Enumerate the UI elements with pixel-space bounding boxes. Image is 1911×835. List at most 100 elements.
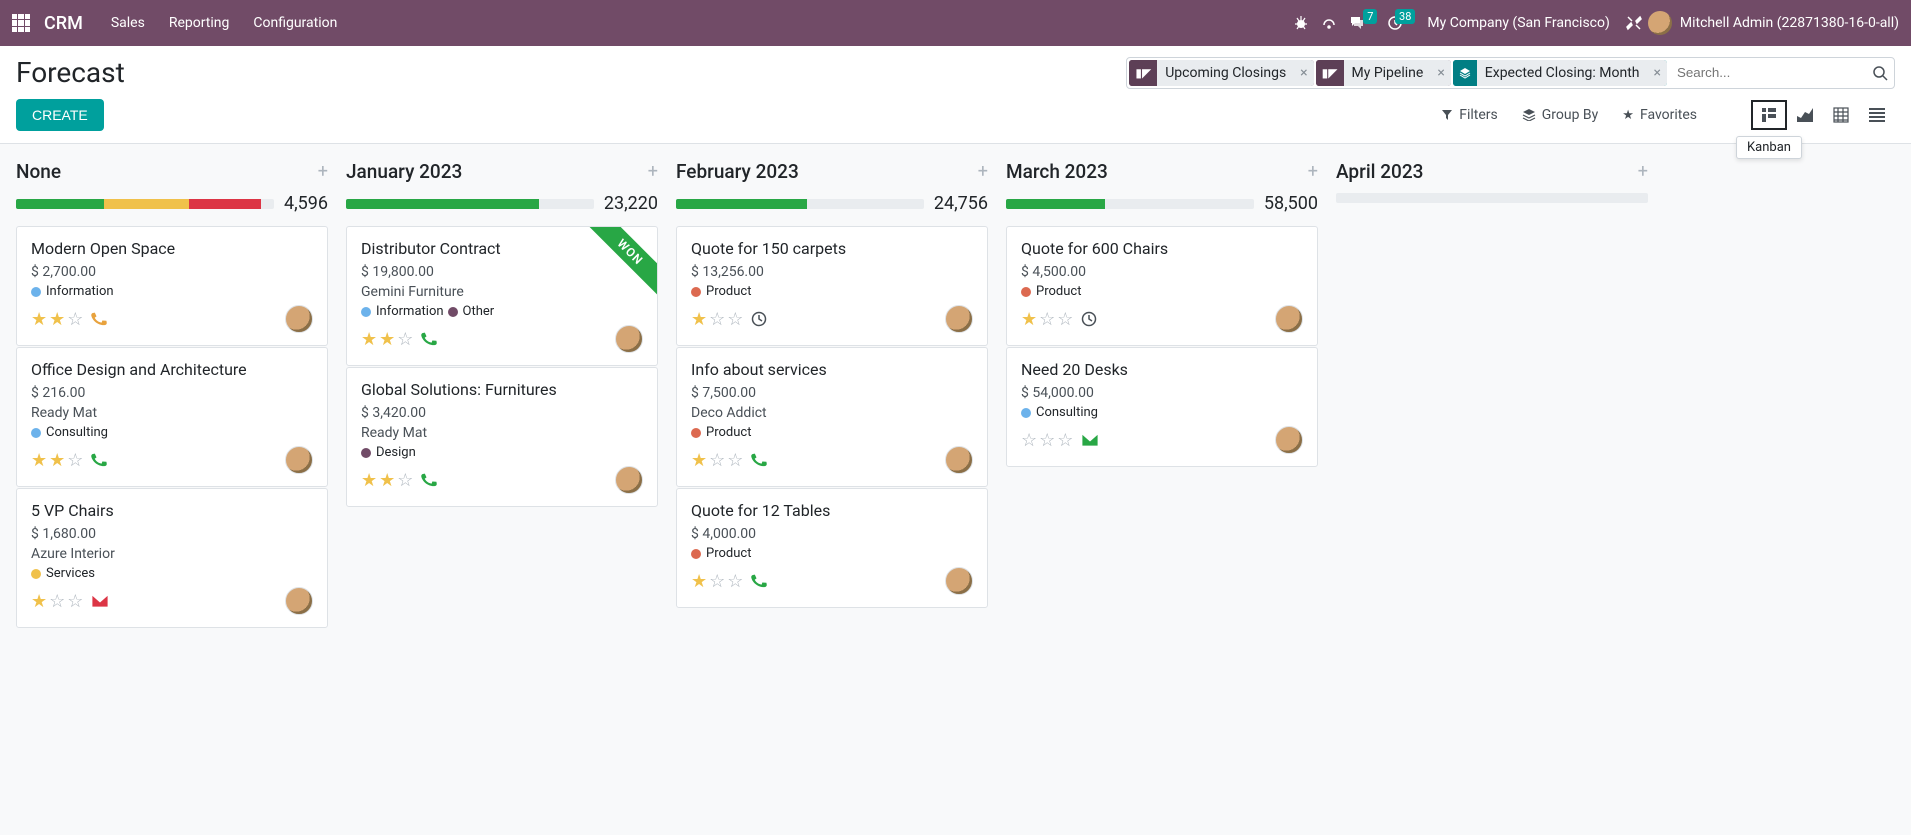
kanban-card[interactable]: Global Solutions: Furnitures$ 3,420.00Re… [346, 367, 658, 507]
tag[interactable]: Product [691, 546, 751, 561]
kanban-card[interactable]: Modern Open Space$ 2,700.00Information★★… [16, 226, 328, 346]
filter-facet-1[interactable]: ▮◤ My Pipeline × [1316, 60, 1451, 86]
phone-icon[interactable] [90, 451, 109, 470]
kanban-card[interactable]: Quote for 12 Tables$ 4,000.00Product★☆☆ [676, 488, 988, 608]
create-button[interactable]: CREATE [16, 99, 104, 131]
column-add-button[interactable]: + [1638, 161, 1648, 182]
mail-icon[interactable] [91, 594, 109, 608]
star-icon: ☆ [1057, 309, 1073, 330]
tag[interactable]: Other [448, 304, 495, 319]
tag[interactable]: Product [691, 425, 751, 440]
phone-icon[interactable] [420, 330, 439, 349]
column-add-button[interactable]: + [978, 161, 988, 182]
menu-sales[interactable]: Sales [111, 15, 145, 31]
priority-stars[interactable]: ★☆☆ [1021, 309, 1073, 330]
view-kanban-button[interactable]: Kanban [1751, 100, 1787, 130]
systray-icon-1[interactable] [1321, 15, 1337, 31]
avatar-icon[interactable] [285, 446, 313, 474]
priority-stars[interactable]: ★★☆ [31, 309, 83, 330]
facet-remove-0[interactable]: × [1294, 60, 1313, 86]
group-facet-0[interactable]: Expected Closing: Month × [1453, 60, 1667, 86]
filters-button[interactable]: Filters [1441, 107, 1498, 123]
messages-icon[interactable]: 7 [1349, 15, 1365, 31]
activities-icon[interactable]: 38 [1387, 15, 1403, 31]
avatar-icon[interactable] [1275, 305, 1303, 333]
favorites-button[interactable]: ★ Favorites [1622, 107, 1697, 123]
messages-badge: 7 [1363, 9, 1377, 24]
phone-icon[interactable] [750, 572, 769, 591]
priority-stars[interactable]: ★☆☆ [691, 571, 743, 592]
avatar-icon[interactable] [285, 305, 313, 333]
avatar-icon[interactable] [615, 325, 643, 353]
kanban-card[interactable]: Quote for 600 Chairs$ 4,500.00Product★☆☆ [1006, 226, 1318, 346]
column-progress-bar[interactable] [676, 199, 924, 209]
avatar-icon[interactable] [615, 466, 643, 494]
kanban-card[interactable]: 5 VP Chairs$ 1,680.00Azure InteriorServi… [16, 488, 328, 628]
tag[interactable]: Product [1021, 284, 1081, 299]
mail-icon[interactable] [1081, 433, 1099, 447]
tag[interactable]: Consulting [31, 425, 108, 440]
view-graph-button[interactable] [1787, 100, 1823, 130]
filter-facet-0[interactable]: ▮◤ Upcoming Closings × [1129, 60, 1313, 86]
clock-icon[interactable] [1081, 311, 1097, 327]
column-add-button[interactable]: + [648, 161, 658, 182]
company-selector[interactable]: My Company (San Francisco) [1427, 15, 1609, 31]
facet-remove-2[interactable]: × [1648, 60, 1667, 86]
column-add-button[interactable]: + [318, 161, 328, 182]
phone-icon[interactable] [420, 471, 439, 490]
tag[interactable]: Information [361, 304, 444, 319]
column-progress-bar[interactable] [16, 199, 274, 209]
column-progress-bar[interactable] [1006, 199, 1254, 209]
menu-reporting[interactable]: Reporting [169, 15, 230, 31]
kanban-card[interactable]: Quote for 150 carpets$ 13,256.00Product★… [676, 226, 988, 346]
star-icon: ★ [361, 470, 377, 491]
avatar-icon[interactable] [945, 305, 973, 333]
priority-stars[interactable]: ★★☆ [361, 329, 413, 350]
priority-stars[interactable]: ★★☆ [31, 450, 83, 471]
column-title[interactable]: January 2023 [346, 160, 462, 183]
menu-configuration[interactable]: Configuration [253, 15, 337, 31]
tag[interactable]: Consulting [1021, 405, 1098, 420]
kanban-card[interactable]: Office Design and Architecture$ 216.00Re… [16, 347, 328, 487]
column-add-button[interactable]: + [1308, 161, 1318, 182]
kanban-tooltip: Kanban [1736, 136, 1802, 159]
search-icon[interactable] [1872, 65, 1888, 81]
tools-icon[interactable] [1626, 15, 1642, 31]
phone-icon[interactable] [90, 310, 109, 329]
avatar-icon[interactable] [285, 587, 313, 615]
tag[interactable]: Services [31, 566, 95, 581]
kanban-card[interactable]: WONDistributor Contract$ 19,800.00Gemini… [346, 226, 658, 366]
column-title[interactable]: None [16, 160, 61, 183]
clock-icon[interactable] [751, 311, 767, 327]
user-menu[interactable]: Mitchell Admin (22871380-16-0-all) [1648, 11, 1899, 35]
tag[interactable]: Design [361, 445, 416, 460]
tag[interactable]: Product [691, 284, 751, 299]
avatar-icon[interactable] [945, 567, 973, 595]
groupby-button[interactable]: Group By [1522, 107, 1599, 123]
app-brand[interactable]: CRM [44, 13, 83, 34]
column-progress-bar[interactable] [1336, 193, 1648, 203]
debug-icon[interactable] [1293, 15, 1309, 31]
search-input[interactable] [1669, 61, 1862, 84]
facet-remove-1[interactable]: × [1431, 60, 1450, 86]
column-title[interactable]: February 2023 [676, 160, 799, 183]
kanban-card[interactable]: Info about services$ 7,500.00Deco Addict… [676, 347, 988, 487]
search-bar[interactable]: ▮◤ Upcoming Closings × ▮◤ My Pipeline × … [1126, 57, 1895, 89]
kanban-card[interactable]: Need 20 Desks$ 54,000.00Consulting☆☆☆ [1006, 347, 1318, 467]
avatar-icon[interactable] [1275, 426, 1303, 454]
priority-stars[interactable]: ★☆☆ [691, 450, 743, 471]
top-nav: CRM Sales Reporting Configuration 7 38 M… [0, 0, 1911, 46]
priority-stars[interactable]: ☆☆☆ [1021, 430, 1073, 451]
tag[interactable]: Information [31, 284, 114, 299]
view-list-button[interactable] [1859, 100, 1895, 130]
view-pivot-button[interactable] [1823, 100, 1859, 130]
avatar-icon[interactable] [945, 446, 973, 474]
column-title[interactable]: April 2023 [1336, 160, 1423, 183]
priority-stars[interactable]: ★☆☆ [691, 309, 743, 330]
phone-icon[interactable] [750, 451, 769, 470]
priority-stars[interactable]: ★☆☆ [31, 591, 83, 612]
column-title[interactable]: March 2023 [1006, 160, 1108, 183]
priority-stars[interactable]: ★★☆ [361, 470, 413, 491]
column-progress-bar[interactable] [346, 199, 594, 209]
apps-menu-icon[interactable] [12, 14, 30, 32]
